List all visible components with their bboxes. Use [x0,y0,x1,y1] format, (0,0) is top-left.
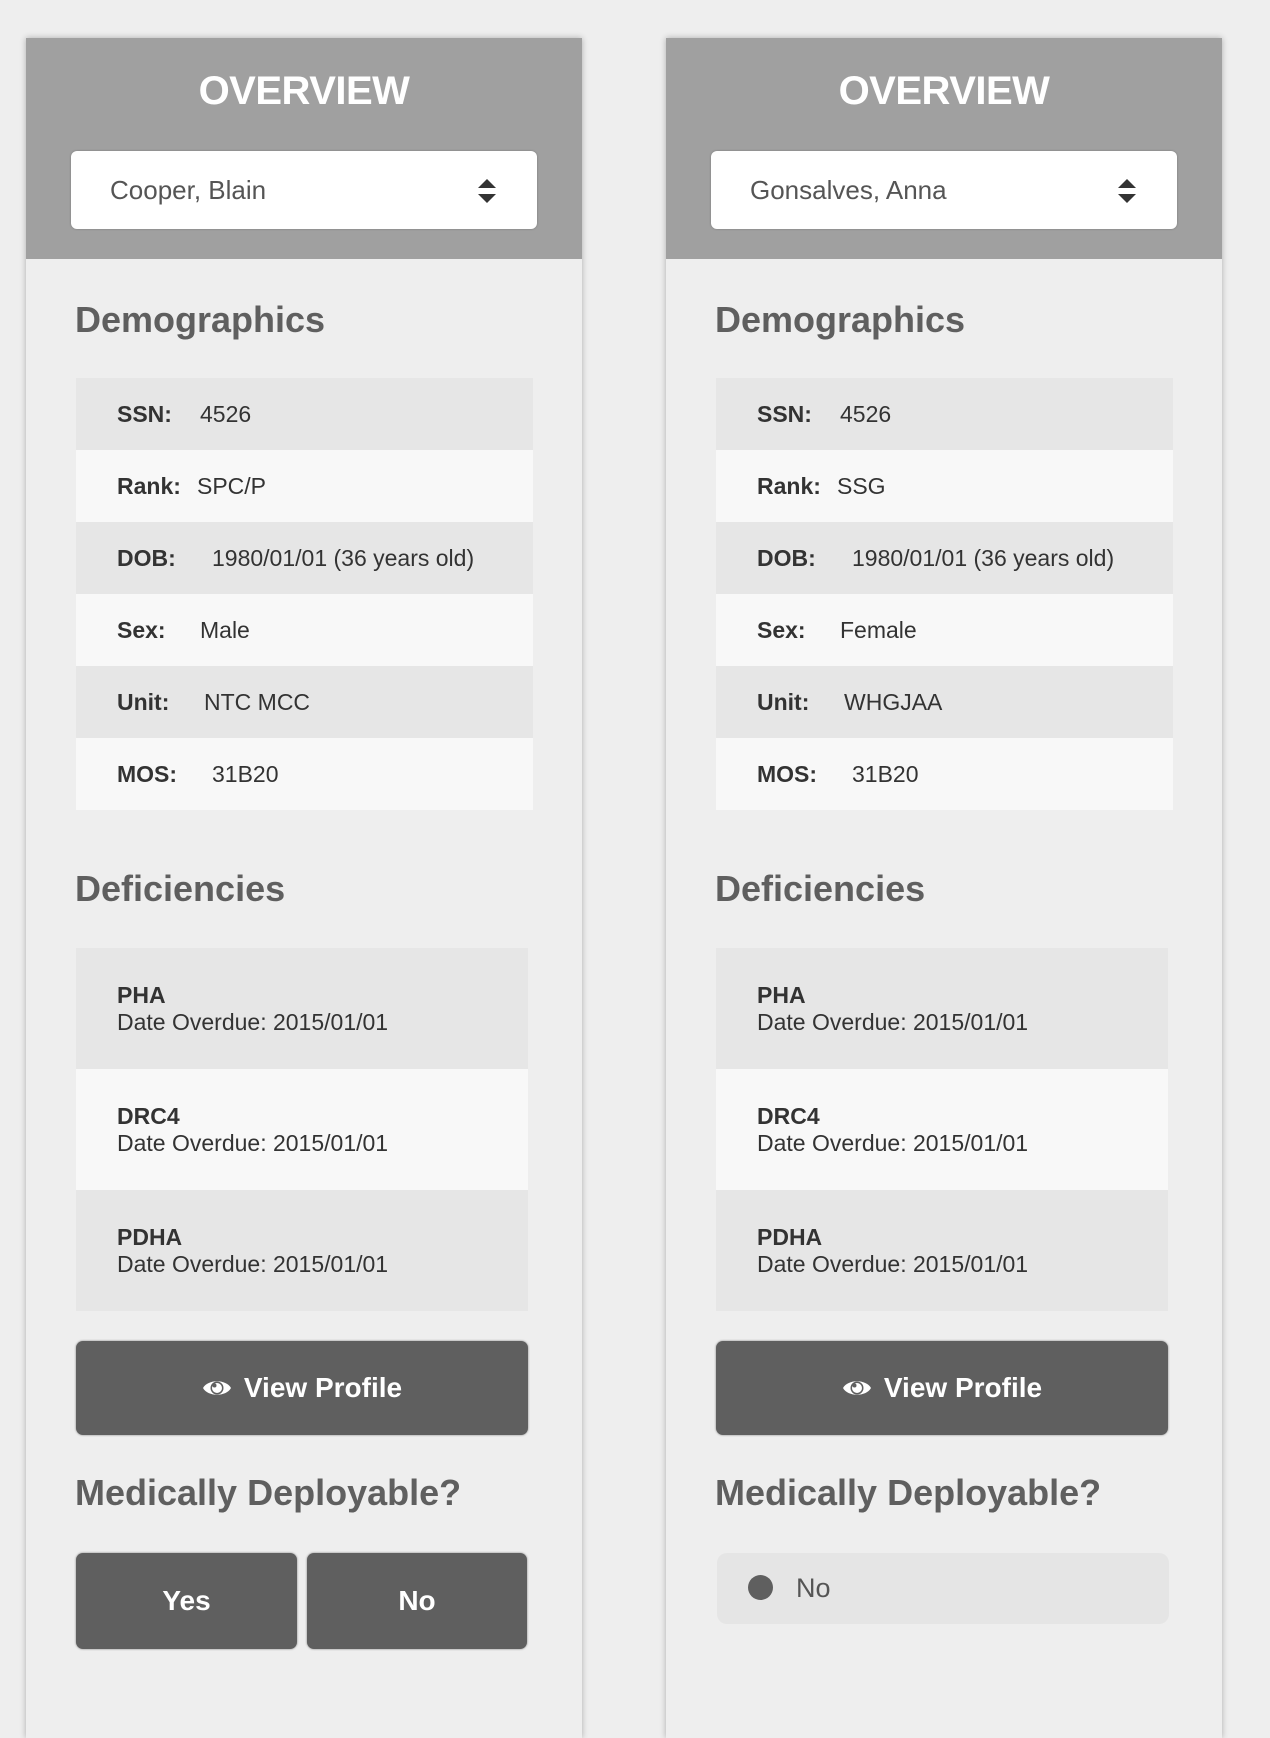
deficiency-name: PDHA [117,1224,183,1250]
demographics-table: SSN: 4526 Rank: SPC/P DOB: 1980/01/01 (3… [76,378,533,810]
demographics-label: Rank: [117,473,181,499]
demographics-label: MOS: [757,761,818,787]
deficiency-item: PDHA Date Overdue: 2015/01/01 [716,1190,1168,1311]
eye-icon [842,1380,871,1395]
demographics-label: MOS: [117,761,178,787]
demographics-value: 1980/01/01 (36 years old) [212,545,475,571]
demographics-value: Female [840,617,917,643]
demographics-row-mos: MOS: 31B20 [716,738,1173,810]
deployable-heading: Medically Deployable? [75,1472,462,1513]
demographics-value: 31B20 [852,761,919,787]
demographics-value: Male [200,617,250,643]
panel-title: OVERVIEW [838,69,1050,113]
deficiency-date: Date Overdue: 2015/01/01 [757,1009,1029,1035]
demographics-row-ssn: SSN: 4526 [76,378,533,450]
demographics-value: WHGJAA [844,689,943,715]
deficiency-item: DRC4 Date Overdue: 2015/01/01 [76,1069,528,1190]
view-profile-button[interactable]: View Profile [76,1341,528,1435]
demographics-row-unit: Unit: WHGJAA [716,666,1173,738]
demographics-heading: Demographics [715,299,966,340]
demographics-value: 31B20 [212,761,279,787]
view-profile-label: View Profile [883,1372,1043,1403]
panel-header: OVERVIEW Cooper, Blain [26,38,582,259]
demographics-row-dob: DOB: 1980/01/01 (36 years old) [76,522,533,594]
deployable-yes-button[interactable]: Yes [76,1553,297,1649]
deficiencies-list: PHA Date Overdue: 2015/01/01 DRC4 Date O… [716,948,1168,1311]
eye-icon [202,1380,231,1395]
deployable-heading: Medically Deployable? [715,1472,1102,1513]
demographics-label: DOB: [117,545,176,571]
deficiency-name: PHA [757,982,806,1008]
demographics-value: 4526 [200,401,252,427]
deficiency-name: PDHA [757,1224,823,1250]
demographics-row-dob: DOB: 1980/01/01 (36 years old) [716,522,1173,594]
deficiency-date: Date Overdue: 2015/01/01 [757,1130,1029,1156]
deficiency-item: PHA Date Overdue: 2015/01/01 [716,948,1168,1069]
demographics-row-ssn: SSN: 4526 [716,378,1173,450]
demographics-value: 1980/01/01 (36 years old) [852,545,1115,571]
deficiency-name: DRC4 [117,1103,180,1129]
status-dot-icon [748,1575,773,1600]
demographics-label: Sex: [757,617,806,643]
demographics-label: DOB: [757,545,816,571]
demographics-label: Unit: [757,689,810,715]
deficiency-item: PHA Date Overdue: 2015/01/01 [76,948,528,1069]
panel-title: OVERVIEW [198,69,410,113]
deployable-no-button[interactable]: No [307,1553,527,1649]
demographics-table: SSN: 4526 Rank: SSG DOB: 1980/01/01 (36 … [716,378,1173,810]
demographics-row-rank: Rank: SPC/P [76,450,533,522]
demographics-label: Sex: [117,617,166,643]
demographics-value: NTC MCC [204,689,311,715]
deficiency-date: Date Overdue: 2015/01/01 [117,1130,389,1156]
deficiency-name: PHA [117,982,166,1008]
deficiency-date: Date Overdue: 2015/01/01 [757,1251,1029,1277]
deployable-status-text: No [796,1573,831,1603]
deficiency-name: DRC4 [757,1103,820,1129]
deficiencies-heading: Deficiencies [715,868,926,909]
person-select-value: Cooper, Blain [110,175,267,205]
deficiency-item: PDHA Date Overdue: 2015/01/01 [76,1190,528,1311]
deficiency-date: Date Overdue: 2015/01/01 [117,1009,389,1035]
deficiencies-heading: Deficiencies [75,868,286,909]
overview-panel-right: OVERVIEW Gonsalves, Anna Demographics SS… [666,38,1222,1738]
person-select[interactable]: Gonsalves, Anna [711,151,1177,229]
deficiency-item: DRC4 Date Overdue: 2015/01/01 [716,1069,1168,1190]
demographics-row-unit: Unit: NTC MCC [76,666,533,738]
panel-header: OVERVIEW Gonsalves, Anna [666,38,1222,259]
demographics-label: SSN: [117,401,172,427]
demographics-label: Unit: [117,689,170,715]
person-select-value: Gonsalves, Anna [750,175,947,205]
view-profile-button[interactable]: View Profile [716,1341,1168,1435]
person-select[interactable]: Cooper, Blain [71,151,537,229]
select-arrows-icon [477,179,497,207]
demographics-label: Rank: [757,473,821,499]
demographics-label: SSN: [757,401,812,427]
demographics-row-sex: Sex: Female [716,594,1173,666]
view-profile-label: View Profile [243,1372,403,1403]
deployable-status: No [717,1553,1169,1624]
deficiency-date: Date Overdue: 2015/01/01 [117,1251,389,1277]
demographics-value: SSG [837,473,886,499]
demographics-row-mos: MOS: 31B20 [76,738,533,810]
overview-panel-left: OVERVIEW Cooper, Blain Demographics SSN:… [26,38,582,1738]
demographics-heading: Demographics [75,299,326,340]
demographics-value: 4526 [840,401,892,427]
demographics-row-sex: Sex: Male [76,594,533,666]
select-arrows-icon [1117,179,1137,207]
deficiencies-list: PHA Date Overdue: 2015/01/01 DRC4 Date O… [76,948,528,1311]
demographics-value: SPC/P [197,473,267,499]
demographics-row-rank: Rank: SSG [716,450,1173,522]
